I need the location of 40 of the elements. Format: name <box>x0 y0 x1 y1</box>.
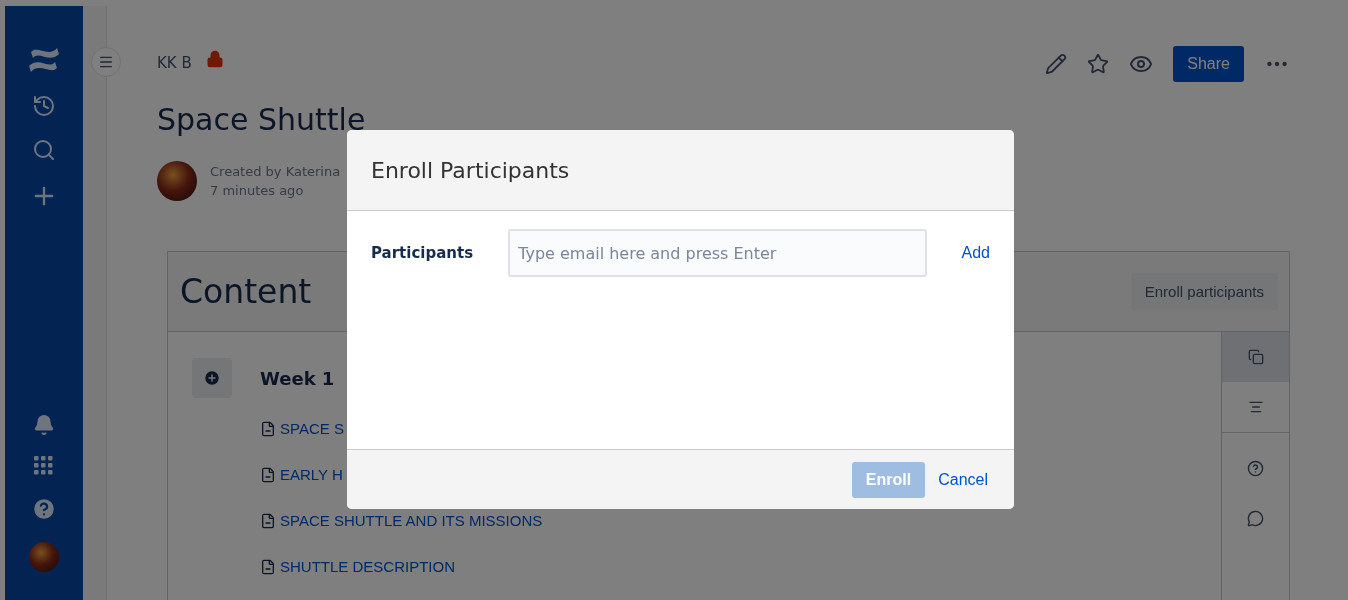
user-avatar[interactable] <box>29 542 59 572</box>
help-icon[interactable] <box>1247 459 1264 477</box>
author-avatar <box>157 161 197 201</box>
star-icon[interactable] <box>1087 53 1110 75</box>
field-label: Participants <box>371 244 475 262</box>
panel-title: Content <box>180 272 312 311</box>
byline-text: Created by Katerina <box>210 164 341 179</box>
copy-icon[interactable] <box>1247 349 1264 365</box>
cancel-link[interactable]: Cancel <box>938 470 988 489</box>
search-icon[interactable] <box>32 138 56 162</box>
plus-icon[interactable] <box>203 369 221 387</box>
dialog-title: Enroll Participants <box>371 157 570 183</box>
document-icon <box>260 513 276 529</box>
enroll-participants-button[interactable]: Enroll participants <box>1130 273 1278 310</box>
lock-icon[interactable] <box>205 50 224 68</box>
week-heading: Week 1 <box>260 368 336 389</box>
add-link[interactable]: Add <box>961 244 990 262</box>
sidebar-toggle-button[interactable] <box>91 47 121 77</box>
document-icon <box>260 467 276 483</box>
page-link[interactable]: SPACE SHUTTLE AND ITS MISSIONS <box>260 498 543 544</box>
share-button[interactable]: Share <box>1173 46 1244 82</box>
edit-icon[interactable] <box>1045 53 1068 75</box>
menu-icon[interactable] <box>98 54 114 70</box>
page-link[interactable]: EARLY H <box>260 452 543 498</box>
logo-icon[interactable] <box>29 46 59 74</box>
page-title: Space Shuttle <box>157 101 367 139</box>
document-icon <box>260 559 276 575</box>
comment-icon[interactable] <box>1247 509 1264 527</box>
help-icon[interactable] <box>31 496 57 522</box>
breadcrumb-link[interactable]: KK B <box>157 54 192 72</box>
add-button[interactable] <box>192 358 232 398</box>
page-link[interactable]: SHUTTLE DESCRIPTION <box>260 544 543 590</box>
email-input[interactable]: Type email here and press Enter <box>508 229 927 277</box>
app-grid-icon[interactable] <box>34 456 54 476</box>
outline-icon[interactable] <box>1247 399 1264 415</box>
history-icon[interactable] <box>32 94 56 118</box>
notifications-icon[interactable] <box>33 414 55 436</box>
byline-text: 7 minutes ago <box>210 183 305 198</box>
document-icon <box>260 421 276 437</box>
page-link[interactable]: SPACE S <box>260 406 543 452</box>
